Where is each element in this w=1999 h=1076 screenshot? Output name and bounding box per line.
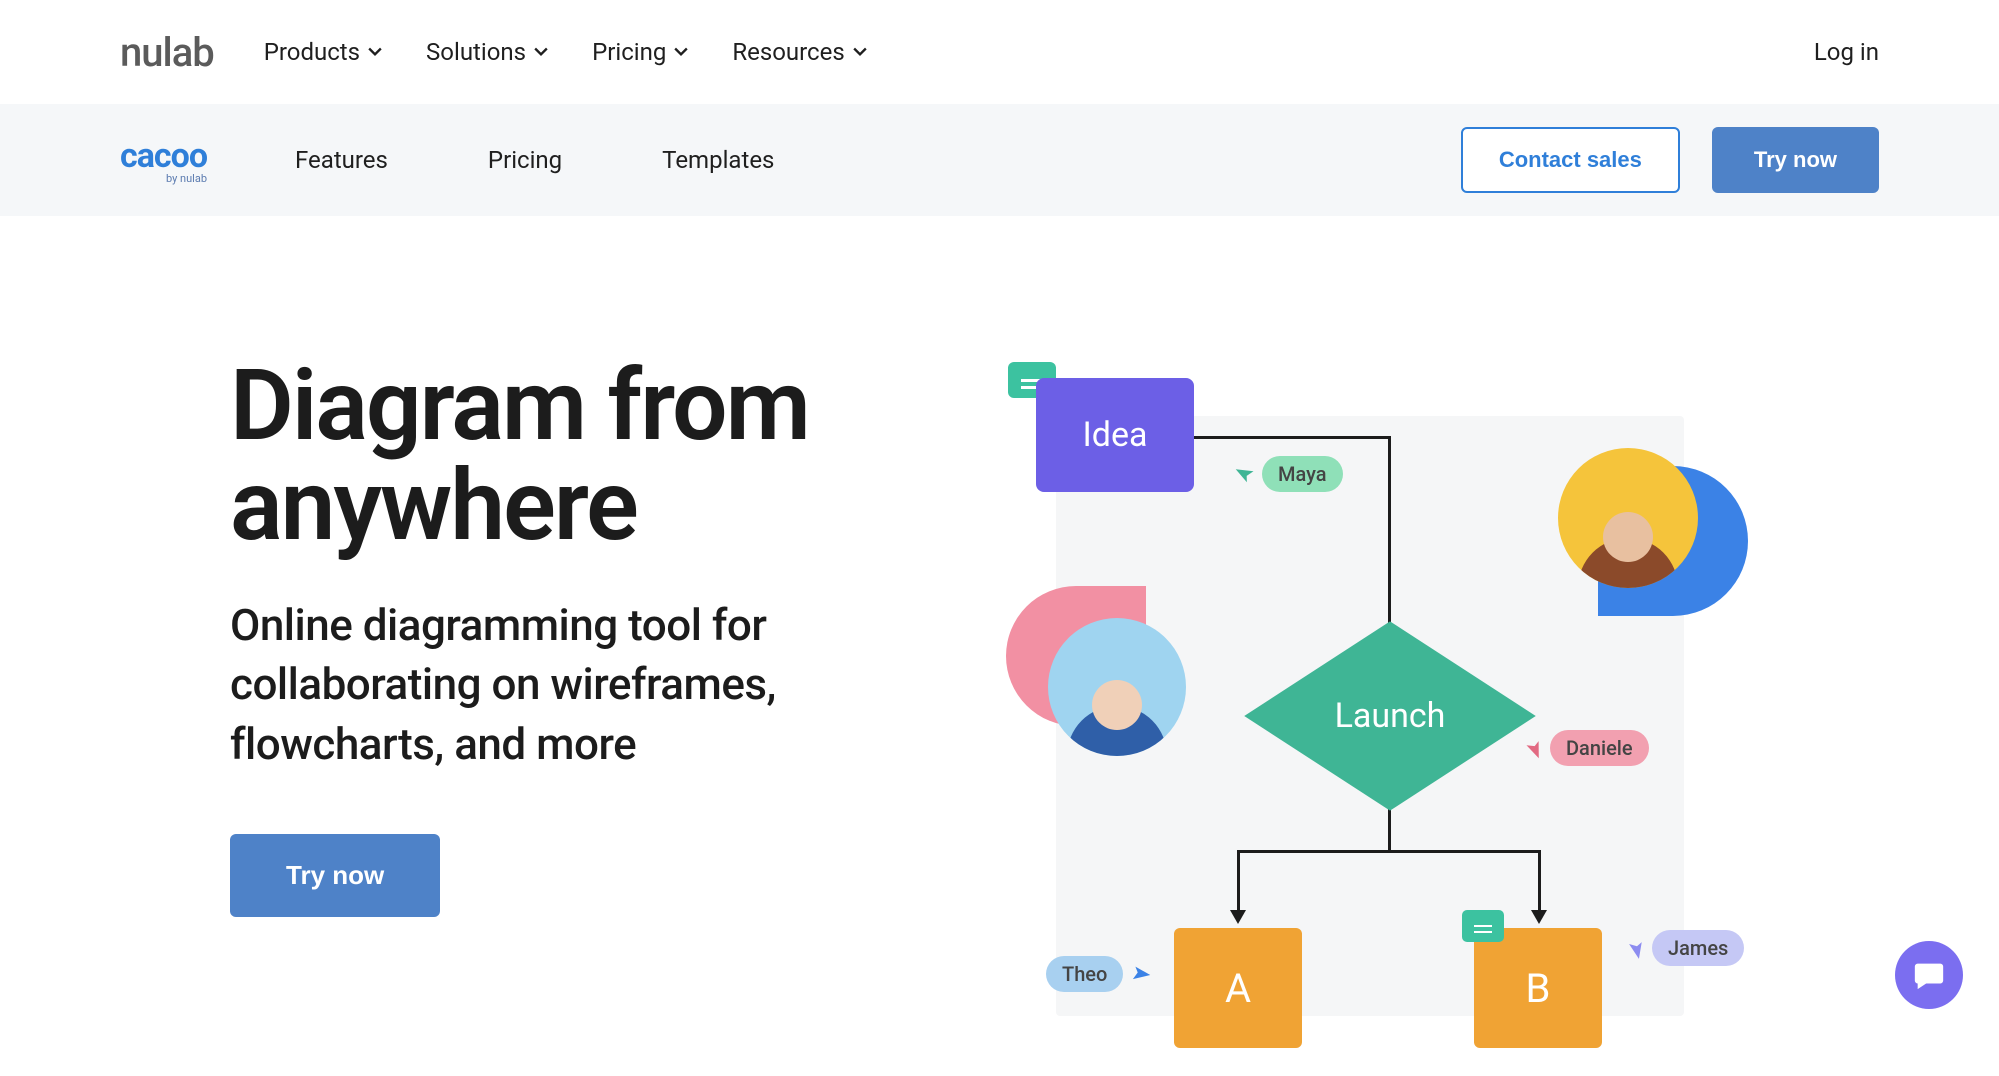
hero-title: Diagram from anywhere: [230, 356, 930, 556]
nav-solutions-label: Solutions: [426, 38, 526, 66]
subnav-templates[interactable]: Templates: [662, 146, 774, 174]
hero-subtitle: Online diagramming tool for collaboratin…: [230, 596, 930, 774]
flow-line: [1194, 436, 1390, 439]
hero-illustration: Idea Launch Maya Daniele Theo: [990, 356, 1879, 1036]
chat-widget-button[interactable]: [1895, 941, 1963, 1009]
avatar-left: [1006, 586, 1186, 766]
hero-try-now-button[interactable]: Try now: [230, 834, 440, 917]
user-avatar-icon: [1048, 618, 1186, 756]
nav-products[interactable]: Products: [264, 38, 382, 66]
arrow-icon: [1531, 910, 1547, 924]
flow-line: [1388, 436, 1391, 640]
cursor-icon: [1125, 960, 1153, 988]
chevron-down-icon: [853, 45, 867, 59]
cursor-icon: [1622, 934, 1649, 961]
user-tag-daniele: Daniele: [1550, 730, 1649, 766]
flowchart-launch-node: Launch: [1240, 621, 1540, 811]
cursor-icon: [1233, 461, 1259, 487]
cacoo-logo-text: cacoo: [120, 136, 207, 176]
cacoo-logo[interactable]: cacoo by nulab: [120, 136, 207, 185]
flow-line: [1237, 850, 1240, 918]
flowchart-b-node: B: [1474, 928, 1602, 1048]
nav-products-label: Products: [264, 38, 360, 66]
flowchart-idea-node: Idea: [1036, 378, 1194, 492]
cursor-james: James: [1626, 930, 1744, 966]
comment-icon: [1462, 910, 1504, 942]
flow-line: [1237, 850, 1541, 853]
login-link[interactable]: Log in: [1814, 38, 1879, 66]
avatar-right: [1558, 448, 1748, 638]
nav-pricing[interactable]: Pricing: [592, 38, 688, 66]
chevron-down-icon: [368, 45, 382, 59]
nulab-logo[interactable]: nulab: [120, 29, 214, 76]
cursor-theo: Theo: [1046, 956, 1149, 992]
user-avatar-icon: [1558, 448, 1698, 588]
cursor-maya: Maya: [1236, 456, 1343, 492]
top-nav: nulab Products Solutions Pricing Resourc…: [0, 0, 1999, 104]
user-tag-maya: Maya: [1262, 456, 1343, 492]
chevron-down-icon: [674, 45, 688, 59]
contact-sales-button[interactable]: Contact sales: [1461, 127, 1680, 193]
nav-resources-label: Resources: [732, 38, 844, 66]
chat-icon: [1912, 958, 1946, 992]
cursor-daniele: Daniele: [1524, 730, 1649, 766]
user-tag-theo: Theo: [1046, 956, 1123, 992]
subnav-features[interactable]: Features: [295, 146, 388, 174]
try-now-button[interactable]: Try now: [1712, 127, 1879, 193]
hero-section: Diagram from anywhere Online diagramming…: [0, 216, 1999, 1076]
flow-line: [1538, 850, 1541, 918]
subnav-menu: Features Pricing Templates: [295, 146, 774, 174]
flowchart-launch-label: Launch: [1240, 696, 1540, 736]
topnav-menu: Products Solutions Pricing Resources: [264, 38, 867, 66]
cursor-icon: [1521, 735, 1547, 761]
nav-solutions[interactable]: Solutions: [426, 38, 548, 66]
hero-text: Diagram from anywhere Online diagramming…: [230, 356, 930, 917]
chevron-down-icon: [534, 45, 548, 59]
sub-nav: cacoo by nulab Features Pricing Template…: [0, 104, 1999, 216]
nav-pricing-label: Pricing: [592, 38, 666, 66]
arrow-icon: [1230, 910, 1246, 924]
nav-resources[interactable]: Resources: [732, 38, 866, 66]
user-tag-james: James: [1652, 930, 1744, 966]
flowchart-a-node: A: [1174, 928, 1302, 1048]
subnav-actions: Contact sales Try now: [1461, 127, 1879, 193]
subnav-pricing[interactable]: Pricing: [488, 146, 562, 174]
